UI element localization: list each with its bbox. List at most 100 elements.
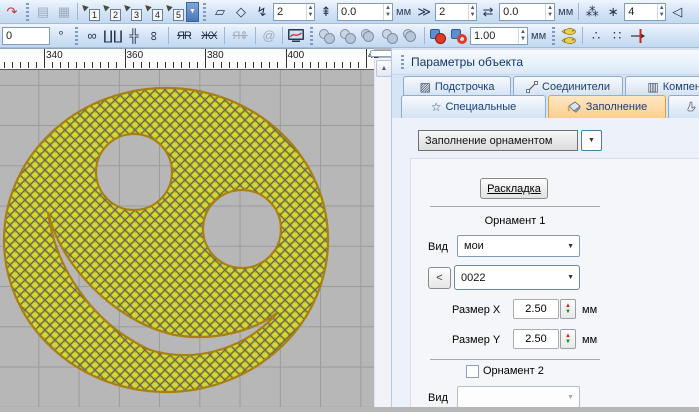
shape-pair-icon[interactable] bbox=[317, 26, 337, 46]
view-preset-2-button[interactable]: ▶2 bbox=[102, 2, 122, 22]
node-size-spinner-value[interactable] bbox=[471, 30, 518, 42]
skew-columns-icon[interactable]: ▱ bbox=[210, 2, 230, 22]
spin-down-icon[interactable]: ▼ bbox=[565, 339, 571, 345]
ornament2-checkbox[interactable] bbox=[466, 365, 479, 378]
toolbar-separator bbox=[582, 27, 583, 44]
ruler-tick bbox=[294, 62, 295, 68]
ruler-splitter-handle[interactable] bbox=[370, 50, 393, 57]
weave-grid-icon[interactable]: ╬ bbox=[124, 26, 144, 46]
tab-underlay[interactable]: ▨ Подстрочка bbox=[403, 76, 511, 96]
scroll-up-button[interactable]: ▲ bbox=[376, 60, 392, 77]
spinner-arrows[interactable]: ▲▼ bbox=[545, 4, 554, 20]
size-y-input[interactable] bbox=[513, 329, 559, 349]
spinner-arrows[interactable]: ▲▼ bbox=[306, 4, 314, 20]
layout-button[interactable]: Раскладка bbox=[480, 178, 548, 199]
mirror-x-icon[interactable]: ЖX bbox=[197, 26, 221, 46]
fill-type-select[interactable]: Заполнение орнаментом bbox=[418, 130, 578, 151]
ornament1-type-value: мои bbox=[464, 240, 484, 252]
pull-comp-spinner-value[interactable] bbox=[338, 6, 383, 18]
mirror-letters-icon[interactable]: ЯR bbox=[172, 26, 196, 46]
scatter-burst-icon[interactable]: ∗ bbox=[603, 2, 623, 22]
spinner-arrows[interactable]: ▲▼ bbox=[518, 28, 527, 44]
size-x-input[interactable] bbox=[513, 299, 559, 319]
stitch-sheet-icon[interactable]: ▦ bbox=[54, 2, 74, 22]
ruler-tick bbox=[326, 62, 327, 68]
ruler-tick bbox=[100, 62, 101, 68]
view-preset-5-button[interactable]: ▶5 bbox=[165, 2, 185, 22]
exchange-icon[interactable]: ⇄ bbox=[478, 2, 498, 22]
clipped-edge-icon[interactable]: ◁ bbox=[667, 2, 687, 22]
red-crosshair-icon[interactable] bbox=[628, 26, 648, 46]
horizontal-ruler: 34036038040042 bbox=[0, 48, 374, 70]
tab-fill[interactable]: Заполнение bbox=[548, 95, 666, 118]
gap-spinner-value[interactable] bbox=[500, 6, 545, 18]
double-rings-icon[interactable]: ∞ bbox=[145, 26, 165, 46]
letter-flip-icon[interactable]: Я⇕ bbox=[228, 26, 252, 46]
pattern-select[interactable]: 0022 ▼ bbox=[454, 265, 580, 290]
tab-row-secondary: ▨ Подстрочка Соединители ▥ Компенса bbox=[403, 76, 699, 96]
redo-curve-icon[interactable]: ↷ bbox=[2, 2, 22, 22]
ruler-tick bbox=[76, 62, 77, 68]
mm-unit-label-1: мм bbox=[394, 6, 413, 18]
chevron-down-icon: ▼ bbox=[567, 243, 574, 250]
spinner-arrows[interactable]: ▲▼ bbox=[657, 4, 665, 20]
shape-pair2-icon[interactable] bbox=[338, 26, 358, 46]
spin-down-icon[interactable]: ▼ bbox=[565, 309, 571, 315]
toolbar-overflow-button[interactable]: ▼ bbox=[186, 2, 199, 22]
step-spinner-value[interactable] bbox=[436, 6, 468, 18]
toolbar-grip[interactable] bbox=[310, 27, 313, 45]
toolbar-grip[interactable] bbox=[552, 27, 555, 45]
ornament1-type-select[interactable]: мои ▼ bbox=[457, 235, 580, 257]
tab-compensation[interactable]: ▥ Компенса bbox=[625, 76, 699, 96]
angle-input-value[interactable] bbox=[3, 30, 49, 42]
ruler-tick bbox=[36, 62, 37, 68]
node-red-dot-icon[interactable] bbox=[428, 26, 448, 46]
ruler-tick bbox=[221, 62, 222, 68]
gap-spinner: ▲▼ bbox=[499, 3, 555, 21]
toolbar-grip[interactable] bbox=[203, 3, 206, 21]
tab-special[interactable]: ☆ Специальные bbox=[401, 95, 546, 118]
diamond-node-icon[interactable]: ◇ bbox=[231, 2, 251, 22]
dots-dense-icon[interactable]: ∷ bbox=[607, 26, 627, 46]
meander-loops-icon[interactable]: ∐∐ bbox=[103, 26, 123, 46]
toolbar-grip[interactable] bbox=[26, 3, 29, 21]
vertical-scrollbar[interactable]: ▲ bbox=[374, 58, 391, 407]
triple-rings-icon[interactable]: ∞ bbox=[82, 26, 102, 46]
panel-grip[interactable] bbox=[401, 55, 404, 69]
ornament1-title: Орнамент 1 bbox=[430, 215, 600, 227]
shape-b bbox=[405, 31, 416, 42]
view-preset-4-button[interactable]: ▶4 bbox=[144, 2, 164, 22]
dots-sparse-icon[interactable]: ∴ bbox=[586, 26, 606, 46]
cursor-arrow-icon: ▶ bbox=[163, 2, 174, 13]
fish-icon[interactable] bbox=[559, 26, 579, 46]
pennants-icon[interactable]: ≫ bbox=[414, 2, 434, 22]
spinner-arrows[interactable]: ▲▼ bbox=[383, 4, 392, 20]
lightning-icon[interactable]: ↯ bbox=[252, 2, 272, 22]
spinner-arrows[interactable]: ▲▼ bbox=[468, 4, 476, 20]
monitor-preview-icon[interactable] bbox=[286, 26, 306, 46]
ruler-tick bbox=[60, 62, 61, 68]
scatter-dots-icon[interactable]: ⁂ bbox=[582, 2, 602, 22]
tab-hand[interactable] bbox=[668, 95, 699, 118]
ruler-tick bbox=[318, 62, 319, 68]
size-y-spinner[interactable]: ▲ ▼ bbox=[560, 329, 576, 349]
spiral-icon[interactable]: @ bbox=[259, 26, 279, 46]
fill-type-dropdown-button[interactable]: ▼ bbox=[581, 130, 602, 151]
shape-subtract-icon[interactable] bbox=[401, 26, 421, 46]
shape-overlap-icon[interactable] bbox=[359, 26, 379, 46]
view-preset-3-button[interactable]: ▶3 bbox=[123, 2, 143, 22]
degree-button[interactable]: ° bbox=[51, 26, 71, 46]
density-spinner-value[interactable] bbox=[274, 6, 306, 18]
count-spinner-value[interactable] bbox=[625, 6, 657, 18]
design-canvas[interactable] bbox=[0, 70, 374, 407]
view-preset-1-button[interactable]: ▶1 bbox=[81, 2, 101, 22]
shape-merge-icon[interactable] bbox=[380, 26, 400, 46]
cursor-arrow-icon: ▶ bbox=[121, 2, 132, 13]
pattern-back-button[interactable]: < bbox=[428, 267, 451, 289]
object-properties-icon[interactable]: ▤ bbox=[33, 2, 53, 22]
toolbar-grip[interactable] bbox=[75, 27, 78, 45]
node-red-ring-icon[interactable] bbox=[449, 26, 469, 46]
tab-connectors[interactable]: Соединители bbox=[513, 76, 623, 96]
offset-up-icon[interactable]: ⇞ bbox=[316, 2, 336, 22]
size-x-spinner[interactable]: ▲ ▼ bbox=[560, 299, 576, 319]
